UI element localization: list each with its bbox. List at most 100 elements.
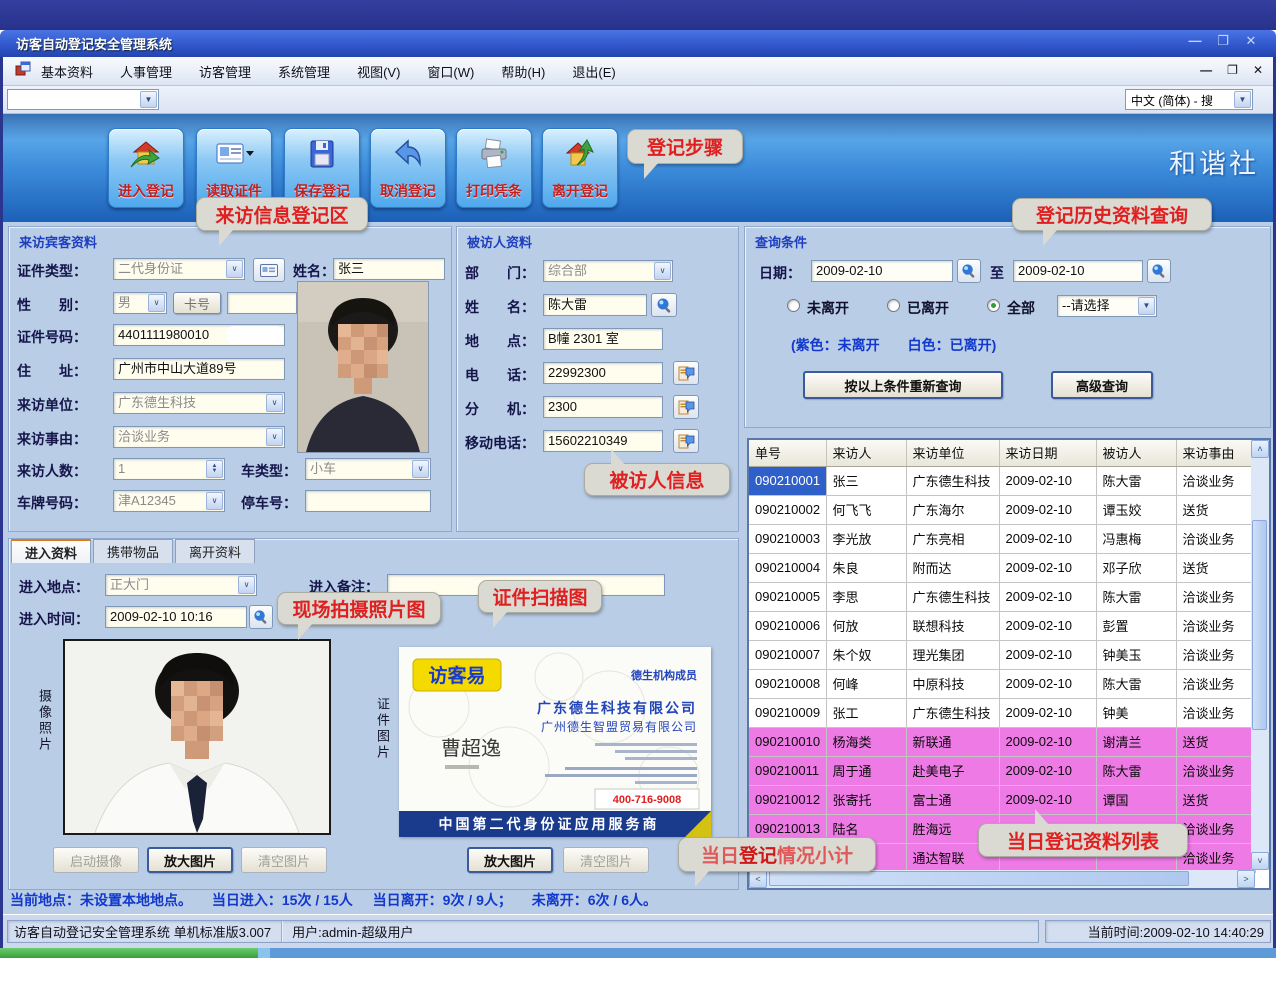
visited-name-field[interactable]: 陈大雷: [543, 294, 647, 316]
restore-icon[interactable]: ❐: [1212, 32, 1234, 50]
card-number-field[interactable]: [227, 292, 297, 314]
read-certificate-button[interactable]: 读取证件: [196, 128, 272, 208]
cell-company[interactable]: 联想科技: [906, 611, 999, 640]
cell-date[interactable]: 2009-02-10: [999, 495, 1096, 524]
cert-no-field[interactable]: 4401111980010: [113, 324, 285, 346]
cell-date[interactable]: 2009-02-10: [999, 698, 1096, 727]
cell-company[interactable]: 理光集团: [906, 640, 999, 669]
menu-item-hr[interactable]: 人事管理: [120, 62, 172, 81]
menu-item-window[interactable]: 窗口(W): [427, 62, 474, 81]
cell-date[interactable]: 2009-02-10: [999, 756, 1096, 785]
cell-company[interactable]: 中原科技: [906, 669, 999, 698]
table-row[interactable]: 090210008何峰 中原科技2009-02-10 陈大雷洽谈业务: [749, 669, 1255, 698]
scroll-down-icon[interactable]: ˅: [1251, 852, 1269, 870]
cell-company[interactable]: 广东亮相: [906, 524, 999, 553]
date-from-picker-button[interactable]: [957, 259, 981, 283]
date-to-field[interactable]: 2009-02-10: [1013, 260, 1143, 282]
save-registration-button[interactable]: 保存登记: [284, 128, 360, 208]
minimize-icon[interactable]: —: [1184, 32, 1206, 50]
tab-entry-info[interactable]: 进入资料: [11, 539, 91, 563]
date-to-picker-button[interactable]: [1147, 259, 1171, 283]
cell-reason[interactable]: 洽谈业务: [1176, 582, 1255, 611]
cell-id[interactable]: 090210006: [749, 611, 826, 640]
place-field[interactable]: B幢 2301 室: [543, 328, 663, 350]
visit-company-combobox[interactable]: 广东德生科技 ∨: [113, 392, 285, 414]
col-header-visitor[interactable]: 来访人: [826, 440, 906, 466]
chevron-down-icon[interactable]: ▼: [1138, 297, 1155, 315]
col-header-reason[interactable]: 来访事由: [1176, 440, 1255, 466]
cell-visitor[interactable]: 杨海类: [826, 727, 906, 756]
cell-company[interactable]: 富士通: [906, 785, 999, 814]
phone-field[interactable]: 22992300: [543, 362, 663, 384]
cell-id[interactable]: 090210005: [749, 582, 826, 611]
vertical-scroll-thumb[interactable]: [1252, 520, 1267, 730]
tab-carried-items[interactable]: 携带物品: [93, 539, 173, 563]
clear-card-button[interactable]: 清空图片: [563, 847, 649, 873]
cell-date[interactable]: 2009-02-10: [999, 582, 1096, 611]
cell-visited[interactable]: 陈大雷: [1096, 466, 1176, 495]
cell-reason[interactable]: 送货: [1176, 553, 1255, 582]
table-row[interactable]: 090210004朱良 附而达2009-02-10 邓子欣送货: [749, 553, 1255, 582]
visitor-name-field[interactable]: 张三: [333, 258, 445, 280]
cell-reason[interactable]: 洽谈业务: [1176, 698, 1255, 727]
cert-type-combobox[interactable]: 二代身份证 ∨: [113, 258, 245, 280]
cell-visitor[interactable]: 张寄托: [826, 785, 906, 814]
scroll-up-icon[interactable]: ˄: [1251, 440, 1269, 458]
mdi-close-icon[interactable]: ✕: [1253, 63, 1263, 77]
cell-date[interactable]: 2009-02-10: [999, 727, 1096, 756]
department-combobox[interactable]: 综合部 ∨: [543, 260, 673, 282]
clear-photo-button[interactable]: 清空图片: [241, 847, 327, 873]
cell-id[interactable]: 090210002: [749, 495, 826, 524]
table-row[interactable]: 090210009张工 广东德生科技2009-02-10 钟美洽谈业务: [749, 698, 1255, 727]
cell-reason[interactable]: 洽谈业务: [1176, 524, 1255, 553]
cell-company[interactable]: 广东德生科技: [906, 582, 999, 611]
cell-reason[interactable]: 洽谈业务: [1176, 669, 1255, 698]
scroll-right-icon[interactable]: ˃: [1237, 870, 1255, 888]
cell-visitor[interactable]: 朱良: [826, 553, 906, 582]
cell-id[interactable]: 090210010: [749, 727, 826, 756]
cell-visited[interactable]: 陈大雷: [1096, 669, 1176, 698]
cell-id[interactable]: 090210004: [749, 553, 826, 582]
enlarge-photo-button[interactable]: 放大图片: [147, 847, 233, 873]
cell-visited[interactable]: 陈大雷: [1096, 582, 1176, 611]
cell-visited[interactable]: 彭置: [1096, 611, 1176, 640]
cell-id[interactable]: 090210007: [749, 640, 826, 669]
entry-time-picker-button[interactable]: [249, 605, 273, 629]
col-header-visited[interactable]: 被访人: [1096, 440, 1176, 466]
horizontal-scroll-thumb[interactable]: [769, 871, 1189, 886]
chevron-down-icon[interactable]: ▼: [1234, 91, 1251, 108]
leave-registration-button[interactable]: 离开登记: [542, 128, 618, 208]
plate-combobox[interactable]: 津A12345 ∨: [113, 490, 225, 512]
col-header-company[interactable]: 来访单位: [906, 440, 999, 466]
cell-visitor[interactable]: 周于通: [826, 756, 906, 785]
cell-reason[interactable]: 洽谈业务: [1176, 466, 1255, 495]
start-camera-button[interactable]: 启动摄像: [53, 847, 139, 873]
card-number-button[interactable]: 卡号: [173, 292, 221, 314]
scroll-left-icon[interactable]: ˂: [749, 870, 767, 888]
cell-visited[interactable]: 谢清兰: [1096, 727, 1176, 756]
cell-reason[interactable]: 送货: [1176, 785, 1255, 814]
cell-company[interactable]: 广东德生科技: [906, 698, 999, 727]
cell-visited[interactable]: 钟美玉: [1096, 640, 1176, 669]
cell-visited[interactable]: 冯惠梅: [1096, 524, 1176, 553]
cell-visitor[interactable]: 何放: [826, 611, 906, 640]
chevron-down-icon[interactable]: ▼: [140, 91, 157, 108]
menu-item-view[interactable]: 视图(V): [357, 62, 400, 81]
table-row[interactable]: 090210002何飞飞 广东海尔2009-02-10 谭玉姣送货: [749, 495, 1255, 524]
quick-combobox[interactable]: ▼: [7, 89, 159, 110]
cell-date[interactable]: 2009-02-10: [999, 524, 1096, 553]
cell-reason[interactable]: 洽谈业务: [1176, 640, 1255, 669]
language-bar[interactable]: 中文 (简体) - 搜 ▼: [1125, 89, 1253, 110]
advanced-query-button[interactable]: 高级查询: [1051, 371, 1153, 399]
cell-visitor[interactable]: 张工: [826, 698, 906, 727]
gender-combobox[interactable]: 男 ∨: [113, 292, 167, 314]
radio-all[interactable]: [987, 299, 1000, 312]
visit-reason-combobox[interactable]: 洽谈业务 ∨: [113, 426, 285, 448]
date-from-field[interactable]: 2009-02-10: [811, 260, 953, 282]
mobile-field[interactable]: 15602210349: [543, 430, 663, 452]
table-row[interactable]: 090210011周于通 赴美电子2009-02-10 陈大雷洽谈业务: [749, 756, 1255, 785]
search-person-button[interactable]: [651, 293, 677, 317]
cell-visitor[interactable]: 张三: [826, 466, 906, 495]
radio-left[interactable]: [887, 299, 900, 312]
menu-item-basic-data[interactable]: 基本资料: [41, 62, 93, 81]
